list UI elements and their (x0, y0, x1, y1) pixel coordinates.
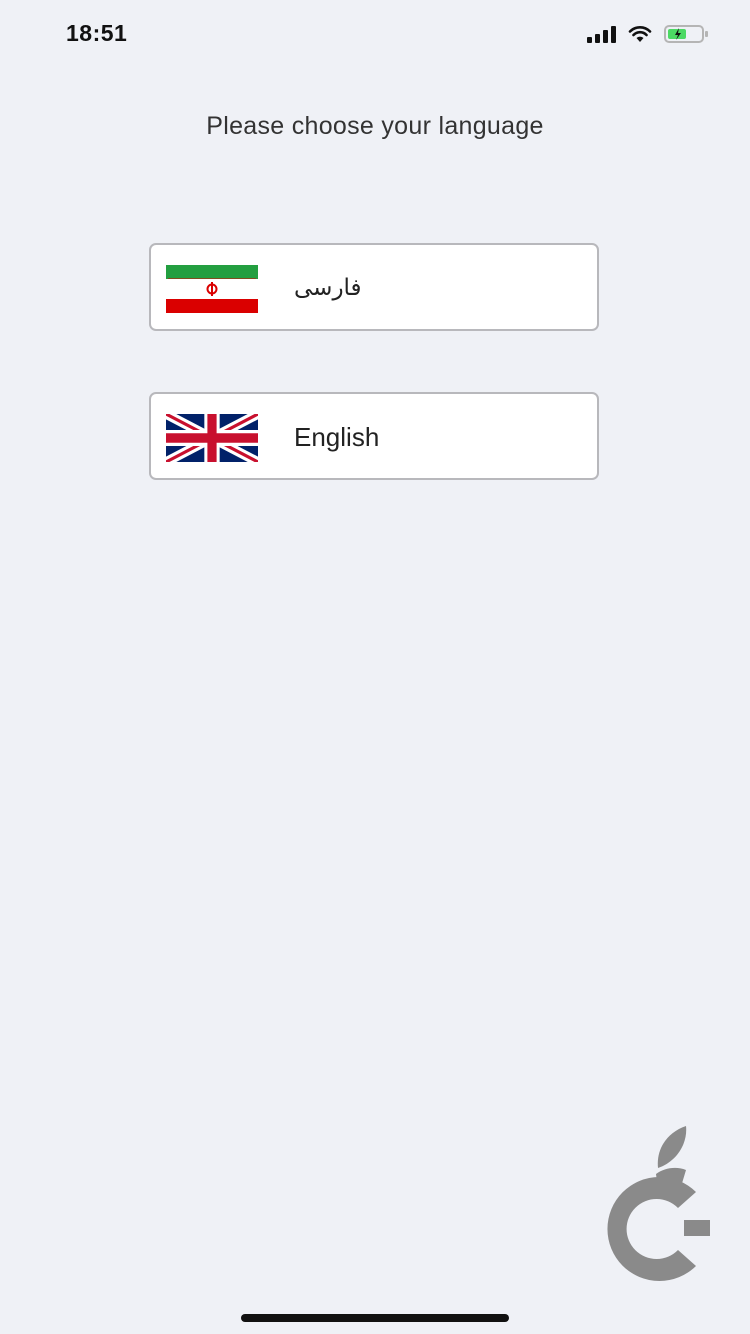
iran-flag-icon (166, 265, 258, 313)
wifi-icon (628, 26, 652, 42)
status-time: 18:51 (66, 20, 128, 46)
battery-charging-icon (664, 25, 708, 43)
language-button-english[interactable]: English (149, 392, 599, 480)
cellular-signal-icon (587, 25, 616, 43)
language-label-english: English (294, 422, 380, 452)
language-button-persian[interactable]: فارسی (149, 243, 599, 331)
page-title: Please choose your language (206, 112, 544, 140)
watermark-logo-icon (607, 1126, 710, 1281)
home-indicator[interactable] (241, 1314, 509, 1322)
status-icons (587, 24, 710, 44)
uk-flag-icon (166, 414, 258, 462)
status-bar: 18:51 (0, 0, 750, 68)
language-label-persian: فارسی (294, 275, 362, 301)
